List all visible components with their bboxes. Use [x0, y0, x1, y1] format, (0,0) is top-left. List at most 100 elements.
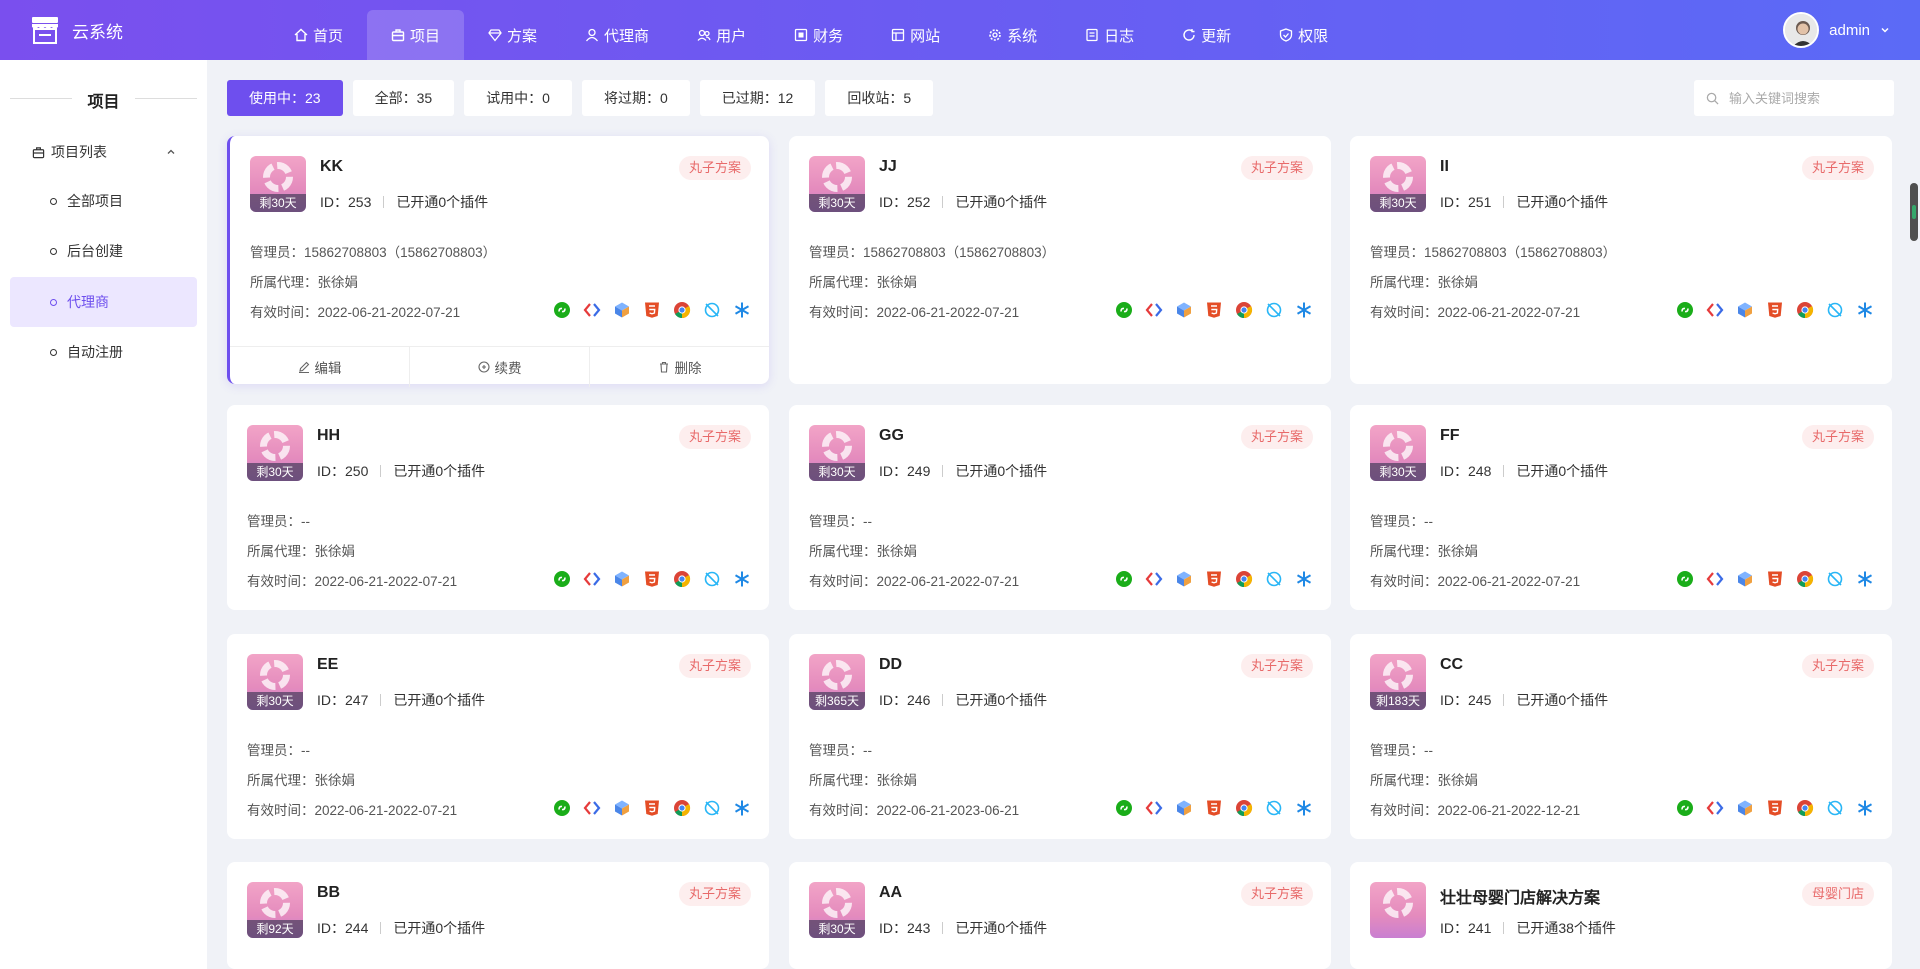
asterisk-icon[interactable] [1856, 301, 1874, 319]
code-icon[interactable] [583, 301, 601, 319]
cube-icon[interactable] [1736, 570, 1754, 588]
user-menu[interactable]: admin [1783, 12, 1890, 48]
code-icon[interactable] [583, 570, 601, 588]
edit-button[interactable]: 编辑 [230, 347, 410, 387]
miniprogram-icon[interactable] [553, 799, 571, 817]
html5-icon[interactable] [1766, 301, 1784, 319]
code-icon[interactable] [1706, 301, 1724, 319]
leaf-icon[interactable] [1826, 799, 1844, 817]
leaf-icon[interactable] [1265, 570, 1283, 588]
asterisk-icon[interactable] [733, 799, 751, 817]
project-card[interactable]: 剩30天 FF ID：248 已开通0个插件 丸子方案 管理员：-- 所属代理：张徐娟 有效时… [1350, 405, 1892, 610]
nav-agent[interactable]: 代理商 [561, 10, 673, 60]
cube-icon[interactable] [613, 301, 631, 319]
cube-icon[interactable] [1736, 301, 1754, 319]
project-card[interactable]: 剩30天 EE ID：247 已开通0个插件 丸子方案 管理员：-- 所属代理：张徐娟 有效时… [227, 634, 769, 839]
html5-icon[interactable] [1205, 301, 1223, 319]
code-icon[interactable] [1145, 799, 1163, 817]
tab-expired[interactable]: 已过期：12 [699, 80, 816, 116]
miniprogram-icon[interactable] [1115, 570, 1133, 588]
html5-icon[interactable] [1205, 570, 1223, 588]
chrome-icon[interactable] [673, 570, 691, 588]
cube-icon[interactable] [613, 799, 631, 817]
miniprogram-icon[interactable] [553, 570, 571, 588]
chrome-icon[interactable] [1796, 799, 1814, 817]
sidebar-item-agent[interactable]: 代理商 [10, 277, 197, 327]
html5-icon[interactable] [1766, 570, 1784, 588]
project-card[interactable]: 剩30天 GG ID：249 已开通0个插件 丸子方案 管理员：-- 所属代理：张徐娟 有效时… [789, 405, 1331, 610]
project-card[interactable]: 剩30天 JJ ID：252 已开通0个插件 丸子方案 管理员：15862708803（1… [789, 136, 1331, 384]
tab-in-use[interactable]: 使用中：23 [227, 80, 343, 116]
nav-users[interactable]: 用户 [673, 10, 770, 60]
leaf-icon[interactable] [703, 799, 721, 817]
leaf-icon[interactable] [1265, 301, 1283, 319]
chrome-icon[interactable] [1235, 301, 1253, 319]
brand[interactable]: 云系统 [30, 14, 123, 46]
avatar[interactable] [1783, 12, 1820, 48]
nav-update[interactable]: 更新 [1158, 10, 1255, 60]
project-card[interactable]: 剩30天 AA ID：243 已开通0个插件 丸子方案 [789, 862, 1331, 969]
scrollbar-thumb[interactable] [1910, 183, 1918, 241]
miniprogram-icon[interactable] [1676, 799, 1694, 817]
tab-all[interactable]: 全部：35 [352, 80, 455, 116]
project-card[interactable]: 剩30天 HH ID：250 已开通0个插件 丸子方案 管理员：-- 所属代理：张徐娟 有效时… [227, 405, 769, 610]
code-icon[interactable] [583, 799, 601, 817]
chrome-icon[interactable] [673, 799, 691, 817]
nav-website[interactable]: 网站 [867, 10, 964, 60]
cube-icon[interactable] [1175, 570, 1193, 588]
tab-expiring[interactable]: 将过期：0 [581, 80, 690, 116]
chrome-icon[interactable] [673, 301, 691, 319]
nav-plan[interactable]: 方案 [464, 10, 561, 60]
tab-trial[interactable]: 试用中：0 [464, 80, 572, 116]
cube-icon[interactable] [1736, 799, 1754, 817]
chrome-icon[interactable] [1796, 301, 1814, 319]
cube-icon[interactable] [613, 570, 631, 588]
leaf-icon[interactable] [703, 570, 721, 588]
html5-icon[interactable] [1205, 799, 1223, 817]
leaf-icon[interactable] [1826, 301, 1844, 319]
nav-log[interactable]: 日志 [1061, 10, 1158, 60]
project-card[interactable]: 剩30天 KK ID：253 已开通0个插件 丸子方案 管理员：15862708803（1… [227, 136, 769, 387]
cube-icon[interactable] [1175, 301, 1193, 319]
leaf-icon[interactable] [703, 301, 721, 319]
asterisk-icon[interactable] [1295, 301, 1313, 319]
project-card[interactable]: 剩365天 DD ID：246 已开通0个插件 丸子方案 管理员：-- 所属代理：张徐娟 有效… [789, 634, 1331, 839]
miniprogram-icon[interactable] [1115, 799, 1133, 817]
asterisk-icon[interactable] [1295, 570, 1313, 588]
miniprogram-icon[interactable] [553, 301, 571, 319]
nav-permission[interactable]: 权限 [1255, 10, 1352, 60]
nav-finance[interactable]: 财务 [770, 10, 867, 60]
renew-button[interactable]: 续费 [410, 347, 590, 387]
project-card[interactable]: 剩30天 II ID：251 已开通0个插件 丸子方案 管理员：15862708803（1… [1350, 136, 1892, 384]
html5-icon[interactable] [643, 301, 661, 319]
leaf-icon[interactable] [1826, 570, 1844, 588]
chrome-icon[interactable] [1235, 799, 1253, 817]
miniprogram-icon[interactable] [1676, 301, 1694, 319]
delete-button[interactable]: 删除 [590, 347, 769, 387]
html5-icon[interactable] [643, 570, 661, 588]
sidebar-item-backend-created[interactable]: 后台创建 [10, 226, 197, 276]
code-icon[interactable] [1145, 301, 1163, 319]
chrome-icon[interactable] [1796, 570, 1814, 588]
sidebar-item-all-projects[interactable]: 全部项目 [10, 176, 197, 226]
nav-system[interactable]: 系统 [964, 10, 1061, 60]
asterisk-icon[interactable] [1856, 570, 1874, 588]
miniprogram-icon[interactable] [1676, 570, 1694, 588]
search-input[interactable] [1729, 90, 1879, 106]
code-icon[interactable] [1145, 570, 1163, 588]
nav-project[interactable]: 项目 [367, 10, 465, 60]
sidebar-item-auto-register[interactable]: 自动注册 [10, 327, 197, 377]
sidebar-group-project-list[interactable]: 项目列表 [32, 142, 192, 162]
code-icon[interactable] [1706, 570, 1724, 588]
nav-home[interactable]: 首页 [270, 10, 367, 60]
miniprogram-icon[interactable] [1115, 301, 1133, 319]
code-icon[interactable] [1706, 799, 1724, 817]
project-card[interactable]: 壮壮母婴门店解决方案 ID：241 已开通38个插件 母婴门店 [1350, 862, 1892, 969]
project-card[interactable]: 剩92天 BB ID：244 已开通0个插件 丸子方案 [227, 862, 769, 969]
asterisk-icon[interactable] [1295, 799, 1313, 817]
leaf-icon[interactable] [1265, 799, 1283, 817]
asterisk-icon[interactable] [733, 301, 751, 319]
html5-icon[interactable] [643, 799, 661, 817]
project-card[interactable]: 剩183天 CC ID：245 已开通0个插件 丸子方案 管理员：-- 所属代理：张徐娟 有效… [1350, 634, 1892, 839]
cube-icon[interactable] [1175, 799, 1193, 817]
